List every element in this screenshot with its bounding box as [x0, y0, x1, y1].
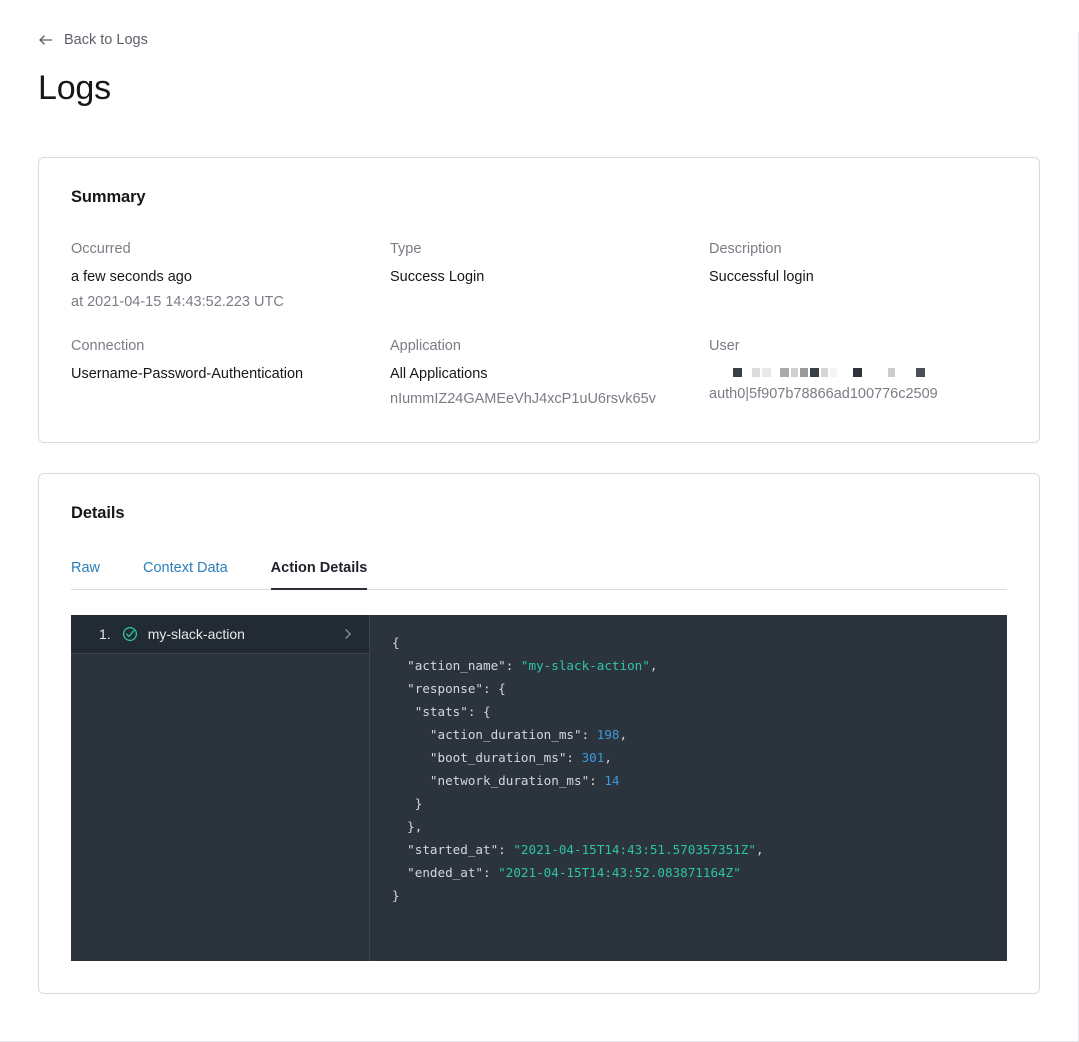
summary-field-value: Username-Password-Authentication	[71, 364, 390, 386]
details-card: Details Raw Context Data Action Details 1.…	[38, 473, 1040, 994]
details-tabs: Raw Context Data Action Details	[71, 560, 1007, 590]
summary-field-label: Application	[390, 338, 709, 354]
action-index: 1.	[99, 626, 111, 642]
code-token-punct: {	[392, 635, 400, 650]
code-token-punct: }	[392, 888, 400, 903]
action-list-item[interactable]: 1. my-slack-action	[71, 615, 369, 654]
code-token-num: 301	[582, 750, 605, 765]
action-json-code: { "action_name": "my-slack-action", "res…	[392, 631, 989, 907]
summary-field: Type Success Login	[390, 241, 709, 313]
action-json-pane: { "action_name": "my-slack-action", "res…	[370, 615, 1007, 961]
code-token-punct	[392, 842, 407, 857]
summary-field: Occurred a few seconds agoat 2021-04-15 1…	[71, 241, 390, 313]
code-token-punct: },	[392, 819, 422, 834]
summary-field-label: Description	[709, 241, 1007, 257]
summary-field-label: Connection	[71, 338, 390, 354]
code-token-punct: ,	[756, 842, 764, 857]
code-token-punct	[392, 704, 415, 719]
code-token-num: 14	[604, 773, 619, 788]
code-token-str: "2021-04-15T14:43:52.083871164Z"	[498, 865, 741, 880]
code-token-key: "network_duration_ms"	[430, 773, 589, 788]
logs-detail-page: Back to Logs Logs Summary Occurred a few …	[0, 32, 1079, 1042]
code-token-punct: :	[566, 750, 581, 765]
code-token-punct	[392, 773, 430, 788]
action-name-label: my-slack-action	[148, 626, 341, 642]
code-token-key: "ended_at"	[407, 865, 483, 880]
code-token-punct	[392, 658, 407, 673]
code-token-num: 198	[597, 727, 620, 742]
code-token-punct: :	[506, 658, 521, 673]
code-token-punct	[392, 865, 407, 880]
code-token-str: "2021-04-15T14:43:51.570357351Z"	[513, 842, 756, 857]
code-token-punct: ,	[620, 727, 628, 742]
code-token-punct	[392, 727, 430, 742]
page-title: Logs	[38, 69, 1040, 108]
code-token-punct: :	[589, 773, 604, 788]
code-token-key: "started_at"	[407, 842, 498, 857]
back-to-logs-link[interactable]: Back to Logs	[38, 32, 148, 48]
code-token-key: "stats"	[415, 704, 468, 719]
summary-field-label: Type	[390, 241, 709, 257]
summary-field: Application All ApplicationsnIummIZ24GAME…	[390, 338, 709, 410]
summary-field: User auth0|5f907b78866ad100776c2509	[709, 338, 1007, 410]
summary-field-value: a few seconds ago	[71, 267, 390, 289]
arrow-left-icon	[38, 32, 54, 48]
summary-grid: Occurred a few seconds agoat 2021-04-15 1…	[71, 241, 1007, 410]
code-token-key: "boot_duration_ms"	[430, 750, 566, 765]
code-token-punct: ,	[650, 658, 658, 673]
action-details-panel: 1. my-slack-action { "action_name": "my-s…	[71, 615, 1007, 961]
chevron-right-icon[interactable]	[341, 627, 355, 641]
code-token-key: "action_name"	[407, 658, 506, 673]
summary-field: Connection Username-Password-Authenticati…	[71, 338, 390, 410]
summary-title: Summary	[71, 188, 1007, 207]
code-token-str: "my-slack-action"	[521, 658, 650, 673]
summary-field-subvalue: at 2021-04-15 14:43:52.223 UTC	[71, 291, 390, 313]
summary-field-subvalue: auth0|5f907b78866ad100776c2509	[709, 383, 1007, 405]
tab-context-data[interactable]: Context Data	[143, 560, 228, 590]
summary-field-label: Occurred	[71, 241, 390, 257]
code-token-punct: :	[483, 865, 498, 880]
details-title: Details	[71, 504, 1007, 523]
code-token-punct: }	[392, 796, 422, 811]
code-token-punct: : {	[468, 704, 491, 719]
tab-raw[interactable]: Raw	[71, 560, 100, 590]
back-to-logs-label: Back to Logs	[64, 32, 148, 48]
redacted-user-value	[709, 364, 1007, 381]
tab-action-details[interactable]: Action Details	[271, 560, 368, 590]
check-circle-icon	[122, 626, 138, 642]
code-token-punct: : {	[483, 681, 506, 696]
summary-field-value: Success Login	[390, 267, 709, 289]
summary-field-value: All Applications	[390, 364, 709, 386]
code-token-key: "response"	[407, 681, 483, 696]
summary-field-subvalue: nIummIZ24GAMEeVhJ4xcP1uU6rsvk65v	[390, 388, 709, 410]
code-token-punct: :	[498, 842, 513, 857]
summary-field: Description Successful login	[709, 241, 1007, 313]
code-token-punct: ,	[604, 750, 612, 765]
action-list: 1. my-slack-action	[71, 615, 370, 961]
code-token-punct: :	[582, 727, 597, 742]
code-token-key: "action_duration_ms"	[430, 727, 582, 742]
summary-card: Summary Occurred a few seconds agoat 2021…	[38, 157, 1040, 443]
summary-field-value: Successful login	[709, 267, 1007, 289]
summary-field-label: User	[709, 338, 1007, 354]
code-token-punct	[392, 681, 407, 696]
code-token-punct	[392, 750, 430, 765]
